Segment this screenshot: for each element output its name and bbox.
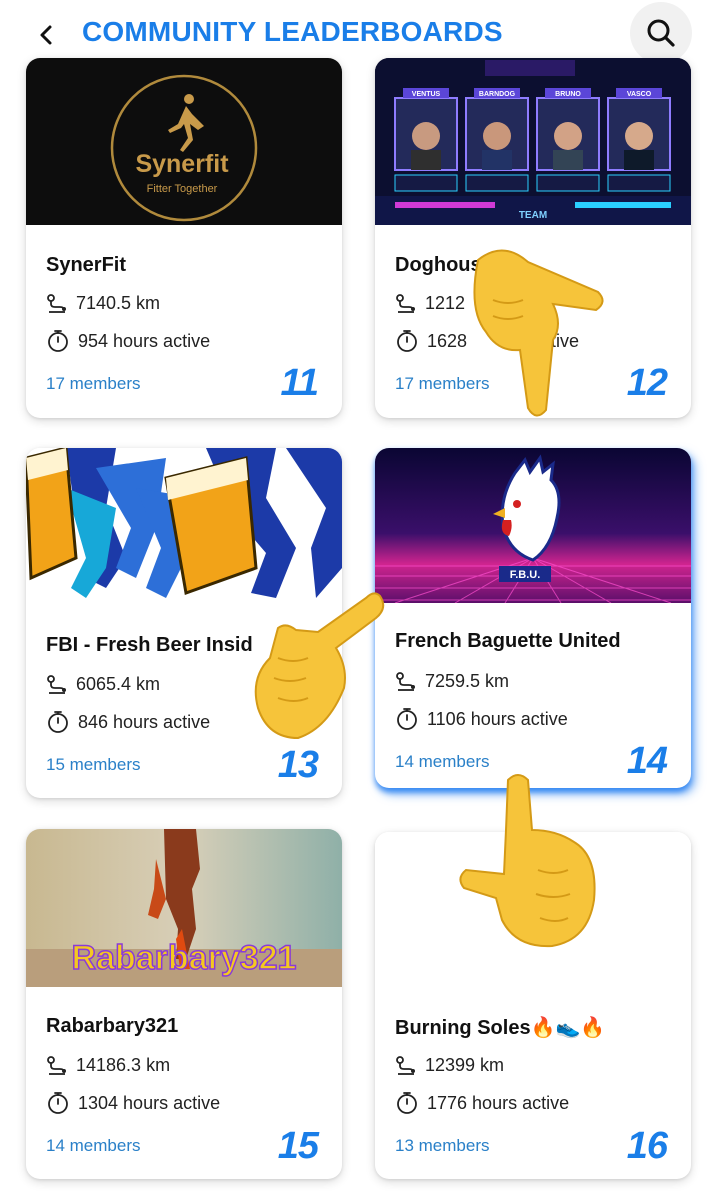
back-button[interactable]: [30, 18, 64, 52]
members-link[interactable]: 14 members: [46, 1136, 140, 1156]
rank-number: 11: [280, 362, 319, 404]
hours-value: 954 hours active: [78, 330, 211, 351]
image-logo-text: F.B.U.: [510, 569, 541, 581]
player-label: BARNDOG: [479, 91, 516, 98]
image-logo-subtext: Fitter Together: [147, 183, 218, 195]
player-label: VENTUS: [412, 91, 441, 98]
distance-value: 7259.5 km: [425, 671, 510, 691]
leaderboard-card-french-baguette-united[interactable]: F.B.U. French Baguette United 7259.5 km …: [375, 448, 691, 788]
distance-stat: 7259.5 km: [395, 671, 509, 692]
player-label: BRUNO: [555, 91, 581, 98]
stopwatch-icon: [48, 1092, 68, 1114]
team-image: F.B.U.: [375, 448, 691, 603]
search-button[interactable]: [630, 2, 692, 64]
team-name: FBI - Fresh Beer Insid: [46, 634, 253, 656]
team-name: SynerFit: [46, 254, 127, 276]
stopwatch-icon: [397, 330, 417, 352]
rank-number: 16: [626, 1125, 668, 1167]
player-label: VASCO: [627, 91, 652, 98]
members-link[interactable]: 15 members: [46, 755, 140, 775]
distance-stat: 1212: [395, 293, 465, 314]
distance-stat: 7140.5 km: [46, 293, 160, 314]
route-icon: [396, 293, 415, 313]
rank-number: 15: [277, 1125, 319, 1167]
hours-value: 846 hours active: [78, 711, 211, 732]
pointing-hand-emoji: [473, 249, 604, 417]
pointing-hand-emoji: [459, 774, 596, 948]
team-name: Burning Soles🔥👟🔥: [395, 1017, 606, 1039]
rank-number: 14: [626, 740, 668, 782]
team-name: Rabarbary321: [46, 1015, 179, 1037]
hours-stat: 846 hours active: [46, 710, 210, 734]
stopwatch-icon: [397, 1092, 417, 1114]
image-logo-text: Rabarbary321: [72, 939, 297, 977]
team-image: [26, 448, 342, 606]
hours-stat: 1776 hours active: [395, 1091, 569, 1115]
page-title: COMMUNITY LEADERBOARDS: [82, 16, 503, 47]
distance-stat: 12399 km: [395, 1055, 504, 1076]
route-icon: [396, 671, 415, 691]
distance-value: 14186.3 km: [76, 1055, 171, 1075]
distance-value: 7140.5 km: [76, 293, 161, 313]
hours-value: 1304 hours active: [78, 1092, 221, 1113]
route-icon: [47, 1055, 66, 1075]
distance-stat: 6065.4 km: [46, 674, 160, 695]
distance-value: 6065.4 km: [76, 674, 161, 694]
hours-stat: 1304 hours active: [46, 1091, 220, 1115]
search-icon: [647, 19, 675, 47]
hours-value: 1776 hours active: [427, 1092, 570, 1113]
leaderboard-card-rabarbary321[interactable]: Rabarbary321 Rabarbary321 14186.3 km 130…: [26, 829, 342, 1179]
team-image: Rabarbary321: [26, 829, 342, 987]
stopwatch-icon: [48, 711, 68, 733]
distance-value: 12399 km: [425, 1055, 505, 1075]
team-image: VENTUS BARNDOG BRUNO VASCO TEAM: [375, 58, 691, 225]
rank-number: 13: [277, 744, 319, 786]
members-link[interactable]: 13 members: [395, 1136, 489, 1156]
leaderboard-card-synerfit[interactable]: Synerfit Fitter Together SynerFit 7140.5…: [26, 58, 342, 418]
hours-value: 1106 hours active: [427, 708, 568, 729]
image-bottom-text: TEAM: [519, 210, 547, 221]
route-icon: [396, 1055, 415, 1075]
members-link[interactable]: 14 members: [395, 752, 489, 772]
stopwatch-icon: [397, 708, 417, 730]
hours-stat: 954 hours active: [46, 329, 210, 353]
image-logo-text: Synerfit: [135, 150, 229, 178]
hours-stat: 1106 hours active: [395, 707, 568, 731]
team-name: French Baguette United: [395, 630, 621, 652]
team-image: Synerfit Fitter Together: [26, 58, 342, 225]
members-link[interactable]: 17 members: [46, 374, 140, 394]
route-icon: [47, 674, 66, 694]
distance-stat: 14186.3 km: [46, 1055, 170, 1076]
chevron-left-icon: [40, 25, 52, 45]
stopwatch-icon: [48, 330, 68, 352]
route-icon: [47, 293, 66, 313]
pointing-hand-emoji: [254, 592, 385, 740]
rank-number: 12: [626, 362, 668, 404]
